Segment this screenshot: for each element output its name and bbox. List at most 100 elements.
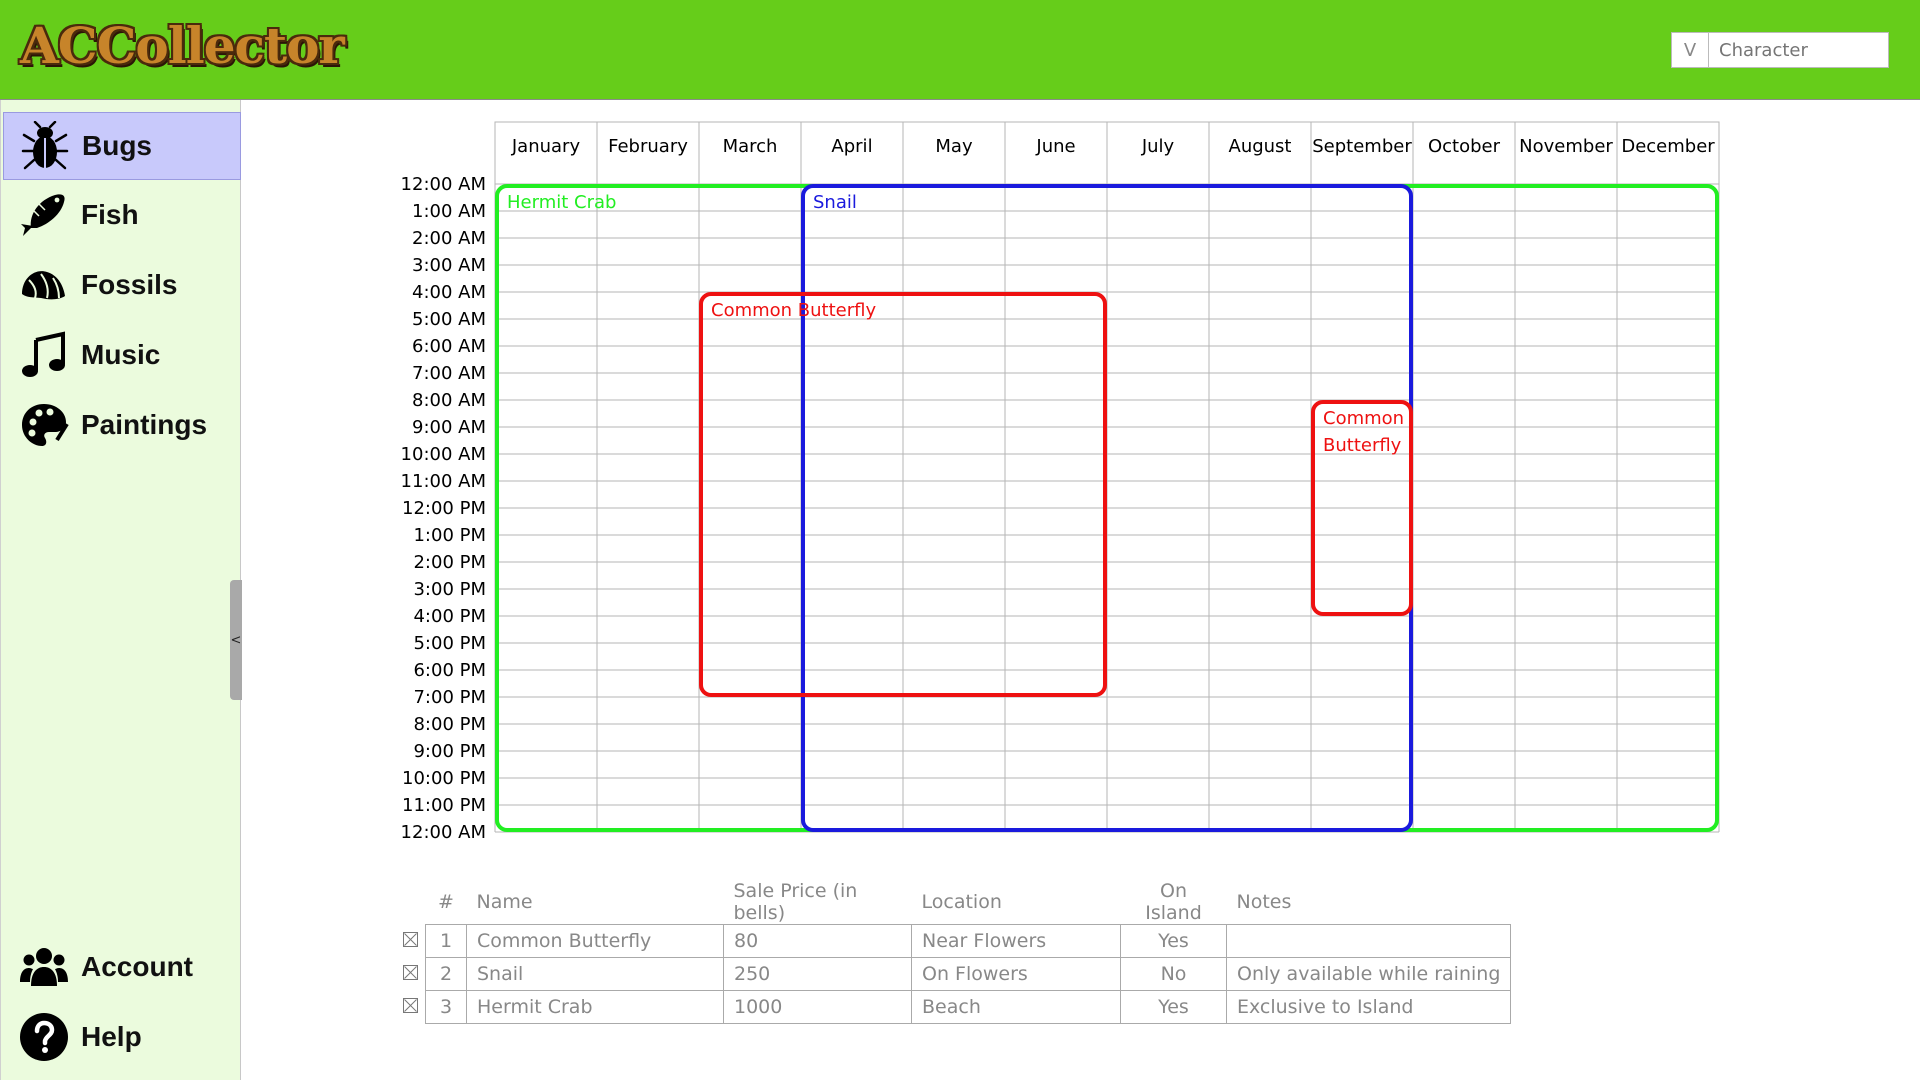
month-label: July [1141, 136, 1175, 157]
time-label: 6:00 PM [413, 660, 486, 681]
row-on-island[interactable]: Yes [1120, 990, 1227, 1024]
collection-table-area: # Name Sale Price (in bells) Location On… [395, 880, 1512, 1024]
month-label: April [831, 136, 872, 157]
sidebar-item-help[interactable]: Help [3, 1003, 241, 1071]
availability-range-label: Common Butterfly [711, 300, 876, 321]
table-row: 2 Snail 250 On Flowers No Only available… [395, 957, 1512, 991]
sidebar-item-label: Fish [81, 199, 139, 230]
sidebar: Bugs Fish Fossils Music Paintings < Acco… [0, 100, 242, 1080]
month-label: October [1428, 136, 1501, 157]
fish-icon [17, 188, 71, 242]
month-label: June [1035, 136, 1075, 157]
month-label: February [608, 136, 688, 157]
row-notes[interactable] [1225, 924, 1512, 958]
sidebar-item-label: Fossils [81, 269, 178, 300]
delete-row-cell [395, 958, 426, 991]
row-price[interactable]: 1000 [723, 990, 912, 1024]
time-label: 2:00 AM [412, 228, 486, 249]
sidebar-item-label: Paintings [81, 409, 208, 440]
row-notes[interactable]: Only available while raining [1225, 957, 1512, 991]
month-label: March [723, 136, 778, 157]
character-input[interactable] [1709, 33, 1888, 67]
sidebar-item-fish[interactable]: Fish [3, 181, 241, 249]
sidebar-collapse-button[interactable]: < [230, 580, 242, 700]
time-label: 10:00 AM [401, 444, 486, 465]
header-name: Name [476, 891, 533, 913]
sidebar-item-account[interactable]: Account [3, 933, 241, 1001]
row-location[interactable]: Beach [911, 990, 1121, 1024]
month-label: May [935, 136, 973, 157]
sidebar-item-fossils[interactable]: Fossils [3, 251, 241, 319]
table-row: 1 Common Butterfly 80 Near Flowers Yes [395, 924, 1512, 958]
time-label: 7:00 AM [412, 363, 486, 384]
time-label: 6:00 AM [412, 336, 486, 357]
music-note-icon [17, 328, 71, 382]
row-number: 1 [425, 924, 467, 958]
month-label: September [1312, 136, 1412, 157]
delete-row-cell [395, 925, 426, 958]
time-label: 5:00 PM [413, 633, 486, 654]
row-number: 3 [425, 990, 467, 1024]
time-label: 1:00 AM [412, 201, 486, 222]
time-label: 8:00 PM [413, 714, 486, 735]
row-name[interactable]: Snail [466, 957, 724, 991]
time-label: 9:00 AM [412, 417, 486, 438]
app-logo[interactable]: ACCollector [20, 16, 345, 76]
sidebar-item-paintings[interactable]: Paintings [3, 391, 241, 459]
time-label: 2:00 PM [413, 552, 486, 573]
delete-row-icon[interactable] [402, 965, 418, 980]
time-label: 3:00 AM [412, 255, 486, 276]
time-label: 8:00 AM [412, 390, 486, 411]
users-icon [17, 940, 71, 994]
delete-row-cell [395, 991, 426, 1024]
sidebar-item-label: Account [81, 951, 193, 982]
time-label: 11:00 AM [401, 471, 486, 492]
time-label: 12:00 AM [401, 822, 486, 843]
table-row: 3 Hermit Crab 1000 Beach Yes Exclusive t… [395, 990, 1512, 1024]
month-label: August [1229, 136, 1292, 157]
month-label: December [1621, 136, 1715, 157]
availability-range-label: Snail [813, 192, 857, 213]
bug-icon [18, 119, 72, 173]
sidebar-item-label: Help [81, 1021, 142, 1052]
row-on-island[interactable]: Yes [1120, 924, 1227, 958]
fossil-icon [17, 258, 71, 312]
help-icon [17, 1010, 71, 1064]
time-label: 4:00 PM [413, 606, 486, 627]
delete-row-icon[interactable] [402, 932, 418, 947]
time-label: 9:00 PM [413, 741, 486, 762]
row-price[interactable]: 80 [723, 924, 912, 958]
sidebar-item-music[interactable]: Music [3, 321, 241, 389]
table-header-row: # Name Sale Price (in bells) Location On… [395, 880, 1511, 925]
header-notes: Notes [1236, 891, 1292, 913]
row-location[interactable]: On Flowers [911, 957, 1121, 991]
character-select[interactable]: V [1671, 32, 1889, 68]
palette-icon [17, 398, 71, 452]
app-header: ACCollector V [0, 0, 1920, 100]
time-label: 5:00 AM [412, 309, 486, 330]
row-number: 2 [425, 957, 467, 991]
month-label: November [1519, 136, 1613, 157]
header-number: # [438, 891, 454, 913]
time-label: 10:00 PM [402, 768, 486, 789]
header-price: Sale Price (in bells) [733, 880, 858, 924]
delete-row-icon[interactable] [402, 998, 418, 1013]
sidebar-item-label: Music [81, 339, 161, 370]
availability-range-label: Common Butterfly [1323, 408, 1404, 456]
time-label: 1:00 PM [413, 525, 486, 546]
row-name[interactable]: Common Butterfly [466, 924, 724, 958]
row-on-island[interactable]: No [1120, 957, 1227, 991]
character-dropdown-toggle[interactable]: V [1672, 33, 1709, 67]
header-on-island: On Island [1145, 880, 1202, 924]
sidebar-item-label: Bugs [82, 130, 152, 161]
time-label: 7:00 PM [413, 687, 486, 708]
row-name[interactable]: Hermit Crab [466, 990, 724, 1024]
row-price[interactable]: 250 [723, 957, 912, 991]
header-delete-spacer [395, 880, 426, 925]
time-label: 4:00 AM [412, 282, 486, 303]
row-location[interactable]: Near Flowers [911, 924, 1121, 958]
sidebar-item-bugs[interactable]: Bugs [3, 112, 241, 180]
month-label: January [511, 136, 581, 157]
collection-table: # Name Sale Price (in bells) Location On… [395, 880, 1512, 1024]
row-notes[interactable]: Exclusive to Island [1225, 990, 1512, 1024]
